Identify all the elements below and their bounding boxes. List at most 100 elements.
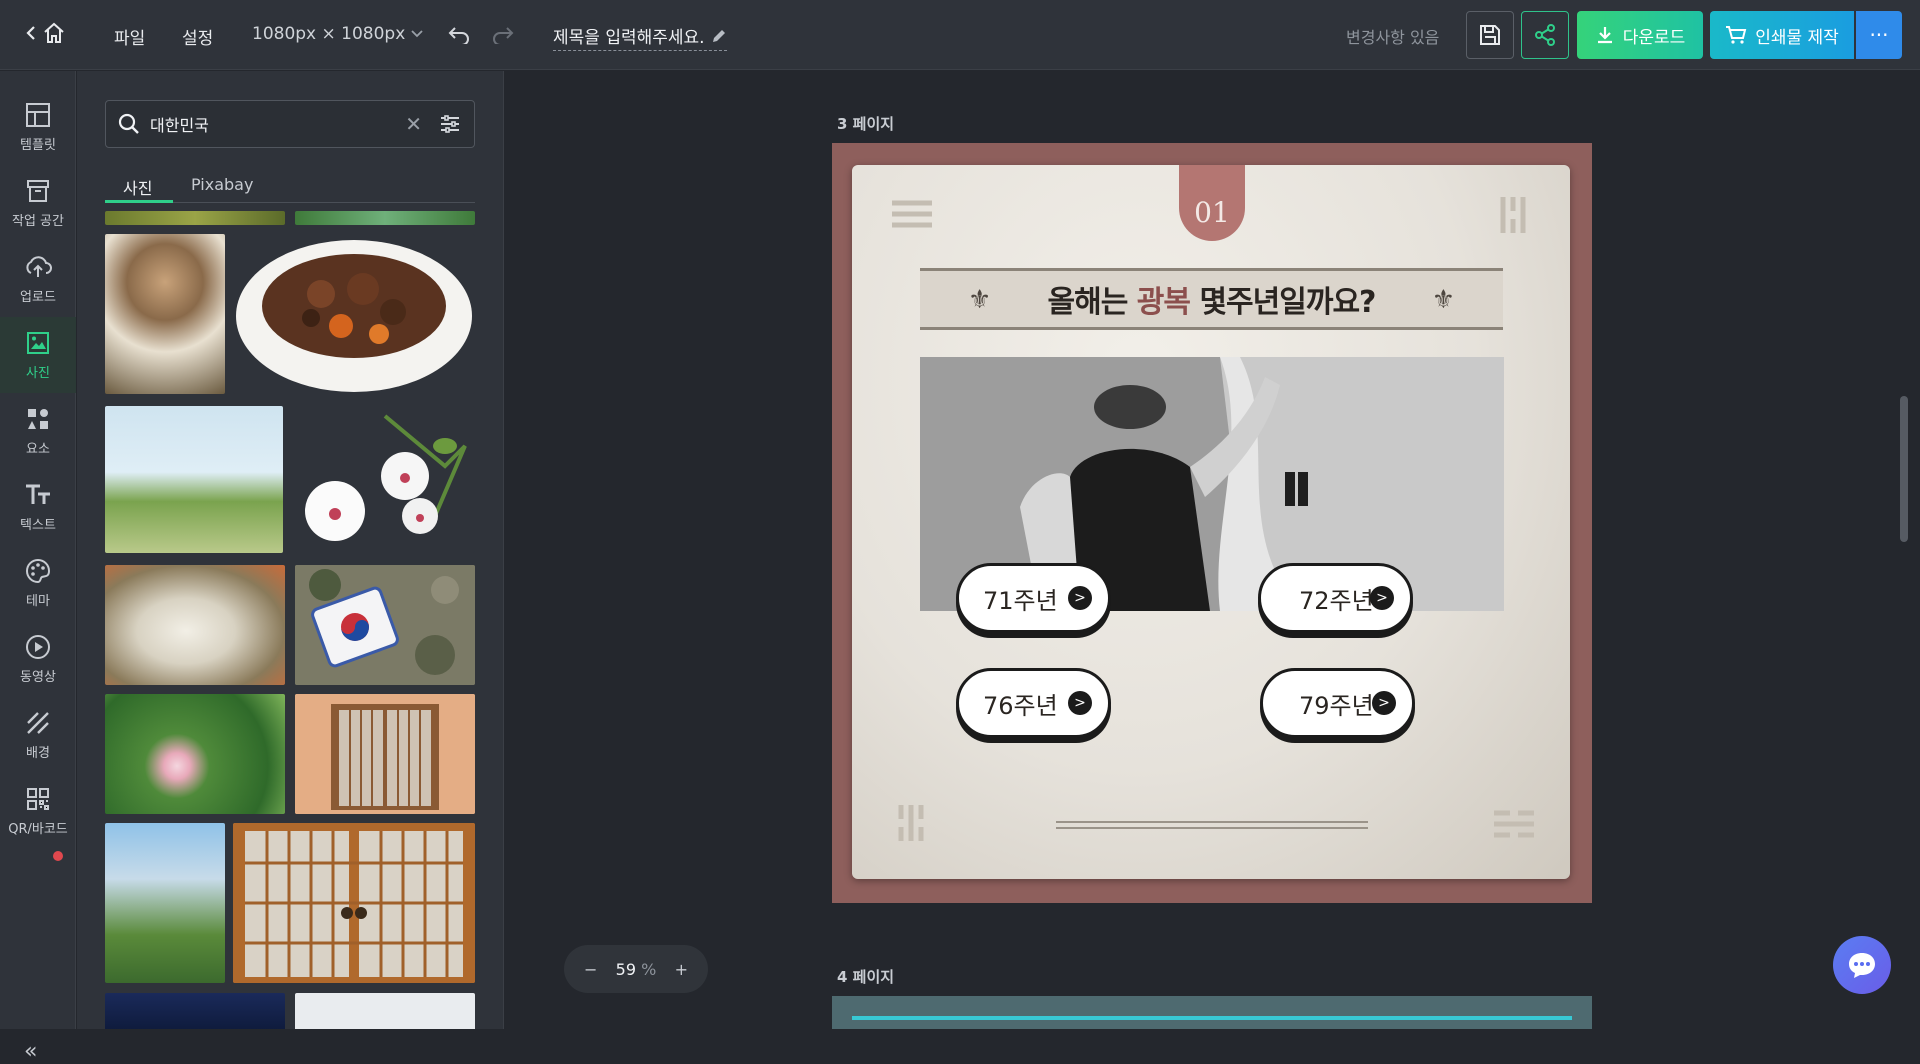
- arrow-right-icon: >: [1370, 586, 1394, 610]
- nav-label: 템플릿: [20, 138, 56, 153]
- text-icon: [24, 481, 52, 509]
- arrow-right-icon: >: [1372, 691, 1396, 715]
- nav-template[interactable]: 템플릿: [0, 89, 76, 165]
- photo-thumbnail[interactable]: [295, 565, 475, 685]
- nav-theme[interactable]: 테마: [0, 545, 76, 621]
- answer-label: 79주년: [1299, 691, 1374, 720]
- menu-settings[interactable]: 설정: [182, 24, 213, 49]
- save-status: 변경사항 있음: [1346, 28, 1440, 47]
- photo-icon: [24, 329, 52, 357]
- document-title-text: 제목을 입력해주세요.: [553, 28, 705, 48]
- photo-thumbnail[interactable]: [295, 993, 475, 1029]
- nav-photo[interactable]: 사진: [0, 317, 76, 393]
- cart-icon: [1726, 26, 1747, 44]
- canvas-scrollbar[interactable]: [1900, 396, 1908, 542]
- hanok-door-image: [295, 694, 475, 814]
- design-page-4[interactable]: [832, 996, 1592, 1029]
- answer-button-1[interactable]: 71주년 >: [956, 563, 1111, 633]
- redo-button[interactable]: [492, 24, 514, 48]
- tab-pixabay[interactable]: Pixabay: [191, 175, 253, 194]
- nav-elements[interactable]: 요소: [0, 393, 76, 469]
- photo-thumbnail[interactable]: [295, 406, 475, 553]
- trigram-decor-icon: [1500, 197, 1526, 233]
- photo-thumbnail[interactable]: [105, 406, 283, 553]
- page-4-accent-bar: [852, 1016, 1572, 1020]
- elements-icon: [24, 405, 52, 433]
- nav-qr-barcode[interactable]: QR/바코드: [0, 773, 76, 849]
- nav-workspace[interactable]: 작업 공간: [0, 165, 76, 241]
- zoom-value[interactable]: 59 %: [616, 960, 657, 979]
- question-suffix: 몇주년일까요?: [1190, 285, 1376, 320]
- more-options-button[interactable]: ···: [1856, 11, 1902, 59]
- photo-thumbnail[interactable]: [105, 211, 285, 225]
- share-icon: [1535, 24, 1555, 46]
- download-button[interactable]: 다운로드: [1577, 11, 1703, 59]
- zoom-unit: %: [641, 959, 657, 979]
- tab-photos[interactable]: 사진: [123, 175, 152, 199]
- download-label: 다운로드: [1622, 27, 1686, 48]
- workspace-icon: [24, 177, 52, 205]
- question-prefix: 올해는: [1047, 285, 1137, 320]
- filter-icon[interactable]: [440, 115, 460, 133]
- nav-label: 업로드: [20, 290, 56, 305]
- left-nav: 템플릿 작업 공간 업로드 사진 요소 텍스트 테마 동영상 배경 QR/바코드…: [0, 71, 76, 1064]
- answer-label: 76주년: [983, 691, 1058, 720]
- search-input[interactable]: 대한민국: [150, 112, 405, 136]
- page-4-label: 4 페이지: [837, 968, 895, 986]
- save-button[interactable]: [1466, 11, 1514, 59]
- ornament-right-icon: ⚜: [1431, 285, 1455, 315]
- photo-thumbnail[interactable]: [105, 993, 285, 1029]
- trigram-decor-icon: [1494, 810, 1534, 838]
- back-home-button[interactable]: [26, 22, 66, 44]
- menu-file[interactable]: 파일: [114, 24, 145, 49]
- arrow-right-icon: >: [1068, 691, 1092, 715]
- answer-button-3[interactable]: 76주년 >: [956, 668, 1111, 738]
- chat-support-button[interactable]: [1833, 936, 1891, 994]
- chat-bubble-icon: [1849, 953, 1875, 978]
- nav-label: 테마: [26, 594, 50, 609]
- nav-background[interactable]: 배경: [0, 697, 76, 773]
- nav-label: 요소: [26, 442, 50, 457]
- answer-button-2[interactable]: 72주년 >: [1258, 563, 1413, 633]
- photo-thumbnail[interactable]: [295, 694, 475, 814]
- chevron-down-icon: [411, 30, 423, 38]
- design-page-3[interactable]: 01 ⚜ 올해는 광복 몇주년일까요? ⚜ 71주년 > 72주년 > 76주년…: [832, 143, 1592, 903]
- qr-icon: [24, 785, 52, 813]
- zoom-out-button[interactable]: −: [584, 960, 597, 979]
- palette-icon: [24, 557, 52, 585]
- clear-search-icon[interactable]: ✕: [405, 112, 422, 136]
- collapse-panel-button[interactable]: «: [24, 1039, 37, 1064]
- canvas-size-dropdown[interactable]: 1080px × 1080px: [252, 24, 423, 44]
- photo-thumbnail[interactable]: [233, 234, 475, 394]
- template-icon: [24, 101, 52, 129]
- undo-button[interactable]: [448, 24, 470, 48]
- save-icon: [1480, 25, 1500, 45]
- nav-label: 텍스트: [20, 518, 56, 533]
- ornament-left-icon: ⚜: [968, 285, 992, 315]
- photo-thumbnail[interactable]: [105, 694, 285, 814]
- photo-thumbnail[interactable]: [295, 211, 475, 225]
- nav-upload[interactable]: 업로드: [0, 241, 76, 317]
- photo-thumbnail[interactable]: [105, 234, 225, 394]
- print-order-button[interactable]: 인쇄물 제작: [1710, 11, 1854, 59]
- photo-thumbnail[interactable]: [105, 823, 225, 983]
- upload-icon: [24, 253, 52, 281]
- nav-video[interactable]: 동영상: [0, 621, 76, 697]
- top-bar: 파일 설정 1080px × 1080px 제목을 입력해주세요. 변경사항 있…: [0, 0, 1920, 70]
- search-box[interactable]: 대한민국 ✕: [105, 100, 475, 148]
- photo-thumbnail[interactable]: [233, 823, 475, 983]
- nav-text[interactable]: 텍스트: [0, 469, 76, 545]
- zoom-in-button[interactable]: +: [675, 960, 688, 979]
- photo-panel: 대한민국 ✕ 사진 Pixabay: [77, 71, 504, 1029]
- document-title[interactable]: 제목을 입력해주세요.: [553, 23, 727, 51]
- share-button[interactable]: [1521, 11, 1569, 59]
- answer-button-4[interactable]: 79주년 >: [1260, 668, 1415, 738]
- video-icon: [24, 633, 52, 661]
- photo-thumbnail[interactable]: [105, 565, 285, 685]
- page-3-label: 3 페이지: [837, 115, 895, 133]
- braised-meat-dish-image: [236, 240, 472, 392]
- trigram-decor-icon: [892, 200, 932, 228]
- download-icon: [1597, 27, 1612, 44]
- photo-results-grid: [105, 211, 475, 1029]
- photo-source-tabs: 사진 Pixabay: [105, 171, 475, 203]
